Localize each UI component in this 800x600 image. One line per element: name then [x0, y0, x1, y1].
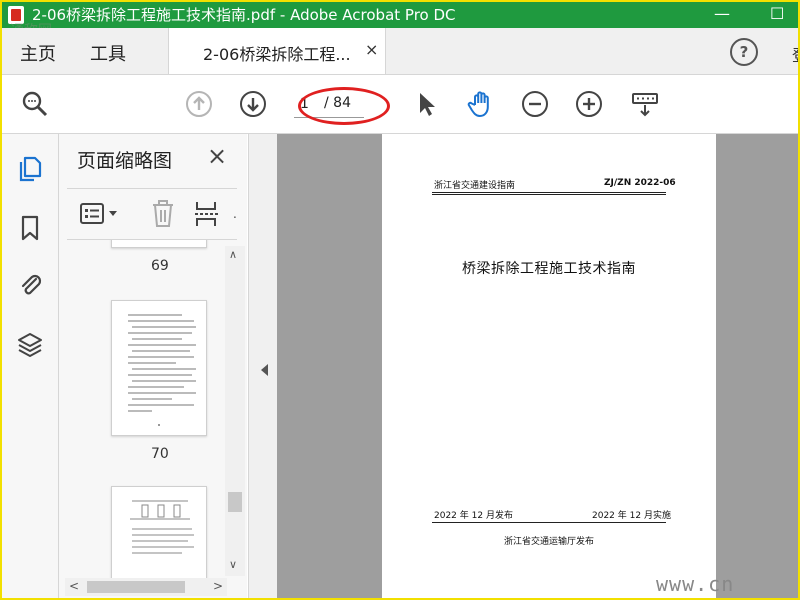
- help-icon[interactable]: ?: [730, 38, 758, 66]
- thumbnail-horizontal-scrollbar[interactable]: < >: [65, 578, 227, 596]
- scroll-down-icon[interactable]: ∨: [229, 558, 237, 571]
- effective-date: 2022 年 12 月实施: [592, 511, 671, 521]
- menu-tab-bar: 主页 工具 2-06桥梁拆除工程... × ? 登: [2, 28, 798, 75]
- page-thumbnail[interactable]: [111, 300, 207, 436]
- publish-date: 2022 年 12 月发布: [434, 511, 513, 521]
- page-thumbnail[interactable]: [111, 486, 207, 578]
- document-tab-label: 2-06桥梁拆除工程...: [203, 45, 351, 64]
- thumbnails-panel: 页面缩略图 × . 69 70 ∧ ∨ < >: [59, 134, 247, 598]
- window-frame: 2-06桥梁拆除工程施工技术指南.pdf - Adobe Acrobat Pro…: [0, 0, 800, 600]
- thumbnail-text-preview: [128, 314, 196, 426]
- thumbnail-page-number: 69: [151, 258, 169, 274]
- header-rule-secondary: [432, 194, 666, 195]
- watermark-bottom: www.cn: [656, 572, 735, 596]
- thumbnails-panel-title: 页面缩略图: [77, 150, 173, 172]
- page-thumbnail[interactable]: [111, 240, 207, 248]
- footer-rule: [432, 522, 666, 523]
- document-tab[interactable]: 2-06桥梁拆除工程... ×: [168, 28, 386, 74]
- page-thumbnails-icon[interactable]: [16, 154, 44, 182]
- title-bar: 2-06桥梁拆除工程施工技术指南.pdf - Adobe Acrobat Pro…: [2, 2, 798, 28]
- extract-page-icon[interactable]: [193, 199, 223, 229]
- header-rule: [432, 192, 666, 193]
- select-cursor-icon[interactable]: [412, 89, 442, 119]
- hand-tool-icon[interactable]: [466, 89, 496, 119]
- thumbnail-page-number: 70: [151, 446, 169, 462]
- thumbnail-list: 69 70: [59, 240, 225, 578]
- main-toolbar: / 84: [2, 75, 798, 134]
- scroll-up-icon[interactable]: ∧: [229, 248, 237, 261]
- attachment-icon[interactable]: [16, 270, 44, 298]
- horizontal-scrollbar-thumb[interactable]: [87, 581, 185, 593]
- scroll-right-icon[interactable]: >: [213, 579, 223, 593]
- keyboard-tool-icon[interactable]: [630, 89, 660, 119]
- minimize-icon[interactable]: —: [714, 4, 730, 24]
- page-header-right: ZJ/ZN 2022-06: [604, 178, 676, 188]
- bookmark-icon[interactable]: [16, 214, 44, 242]
- zoom-in-icon[interactable]: [574, 89, 604, 119]
- page-header-left: 浙江省交通建设指南: [434, 181, 516, 191]
- publisher: 浙江省交通运输厅发布: [503, 537, 594, 547]
- panel-collapse-handle[interactable]: [248, 134, 277, 598]
- layers-icon[interactable]: [16, 330, 44, 358]
- zoom-search-icon[interactable]: [20, 89, 50, 119]
- delete-page-icon[interactable]: [149, 199, 177, 229]
- tab-close-icon[interactable]: ×: [365, 40, 378, 59]
- scrollbar-thumb[interactable]: [228, 492, 242, 512]
- thumbnail-tools: .: [67, 188, 237, 240]
- document-view[interactable]: 浙江省交通建设指南 ZJ/ZN 2022-06 桥梁拆除工程施工技术指南 202…: [277, 134, 798, 598]
- thumbnail-diagram-preview: [130, 500, 194, 554]
- collapse-arrow-icon: [261, 364, 268, 376]
- pdf-page: 浙江省交通建设指南 ZJ/ZN 2022-06 桥梁拆除工程施工技术指南 202…: [382, 134, 716, 598]
- home-menu[interactable]: 主页: [20, 40, 56, 66]
- more-tools-indicator[interactable]: .: [233, 207, 237, 221]
- zoom-out-icon[interactable]: [520, 89, 550, 119]
- navigation-rail: [2, 134, 59, 598]
- scroll-left-icon[interactable]: <: [69, 579, 79, 593]
- previous-page-icon[interactable]: [184, 89, 214, 119]
- maximize-icon[interactable]: ☐: [770, 4, 784, 24]
- thumbnail-scrollbar[interactable]: ∧ ∨: [225, 246, 245, 576]
- tools-menu[interactable]: 工具: [90, 40, 126, 66]
- window-title: 2-06桥梁拆除工程施工技术指南.pdf - Adobe Acrobat Pro…: [32, 6, 456, 24]
- thumbnail-options-icon[interactable]: [79, 201, 125, 227]
- panel-close-icon[interactable]: ×: [207, 142, 227, 170]
- sign-in-text[interactable]: 登: [792, 42, 798, 66]
- next-page-icon[interactable]: [238, 89, 268, 119]
- annotation-oval: [298, 87, 390, 125]
- document-title: 桥梁拆除工程施工技术指南: [462, 261, 636, 277]
